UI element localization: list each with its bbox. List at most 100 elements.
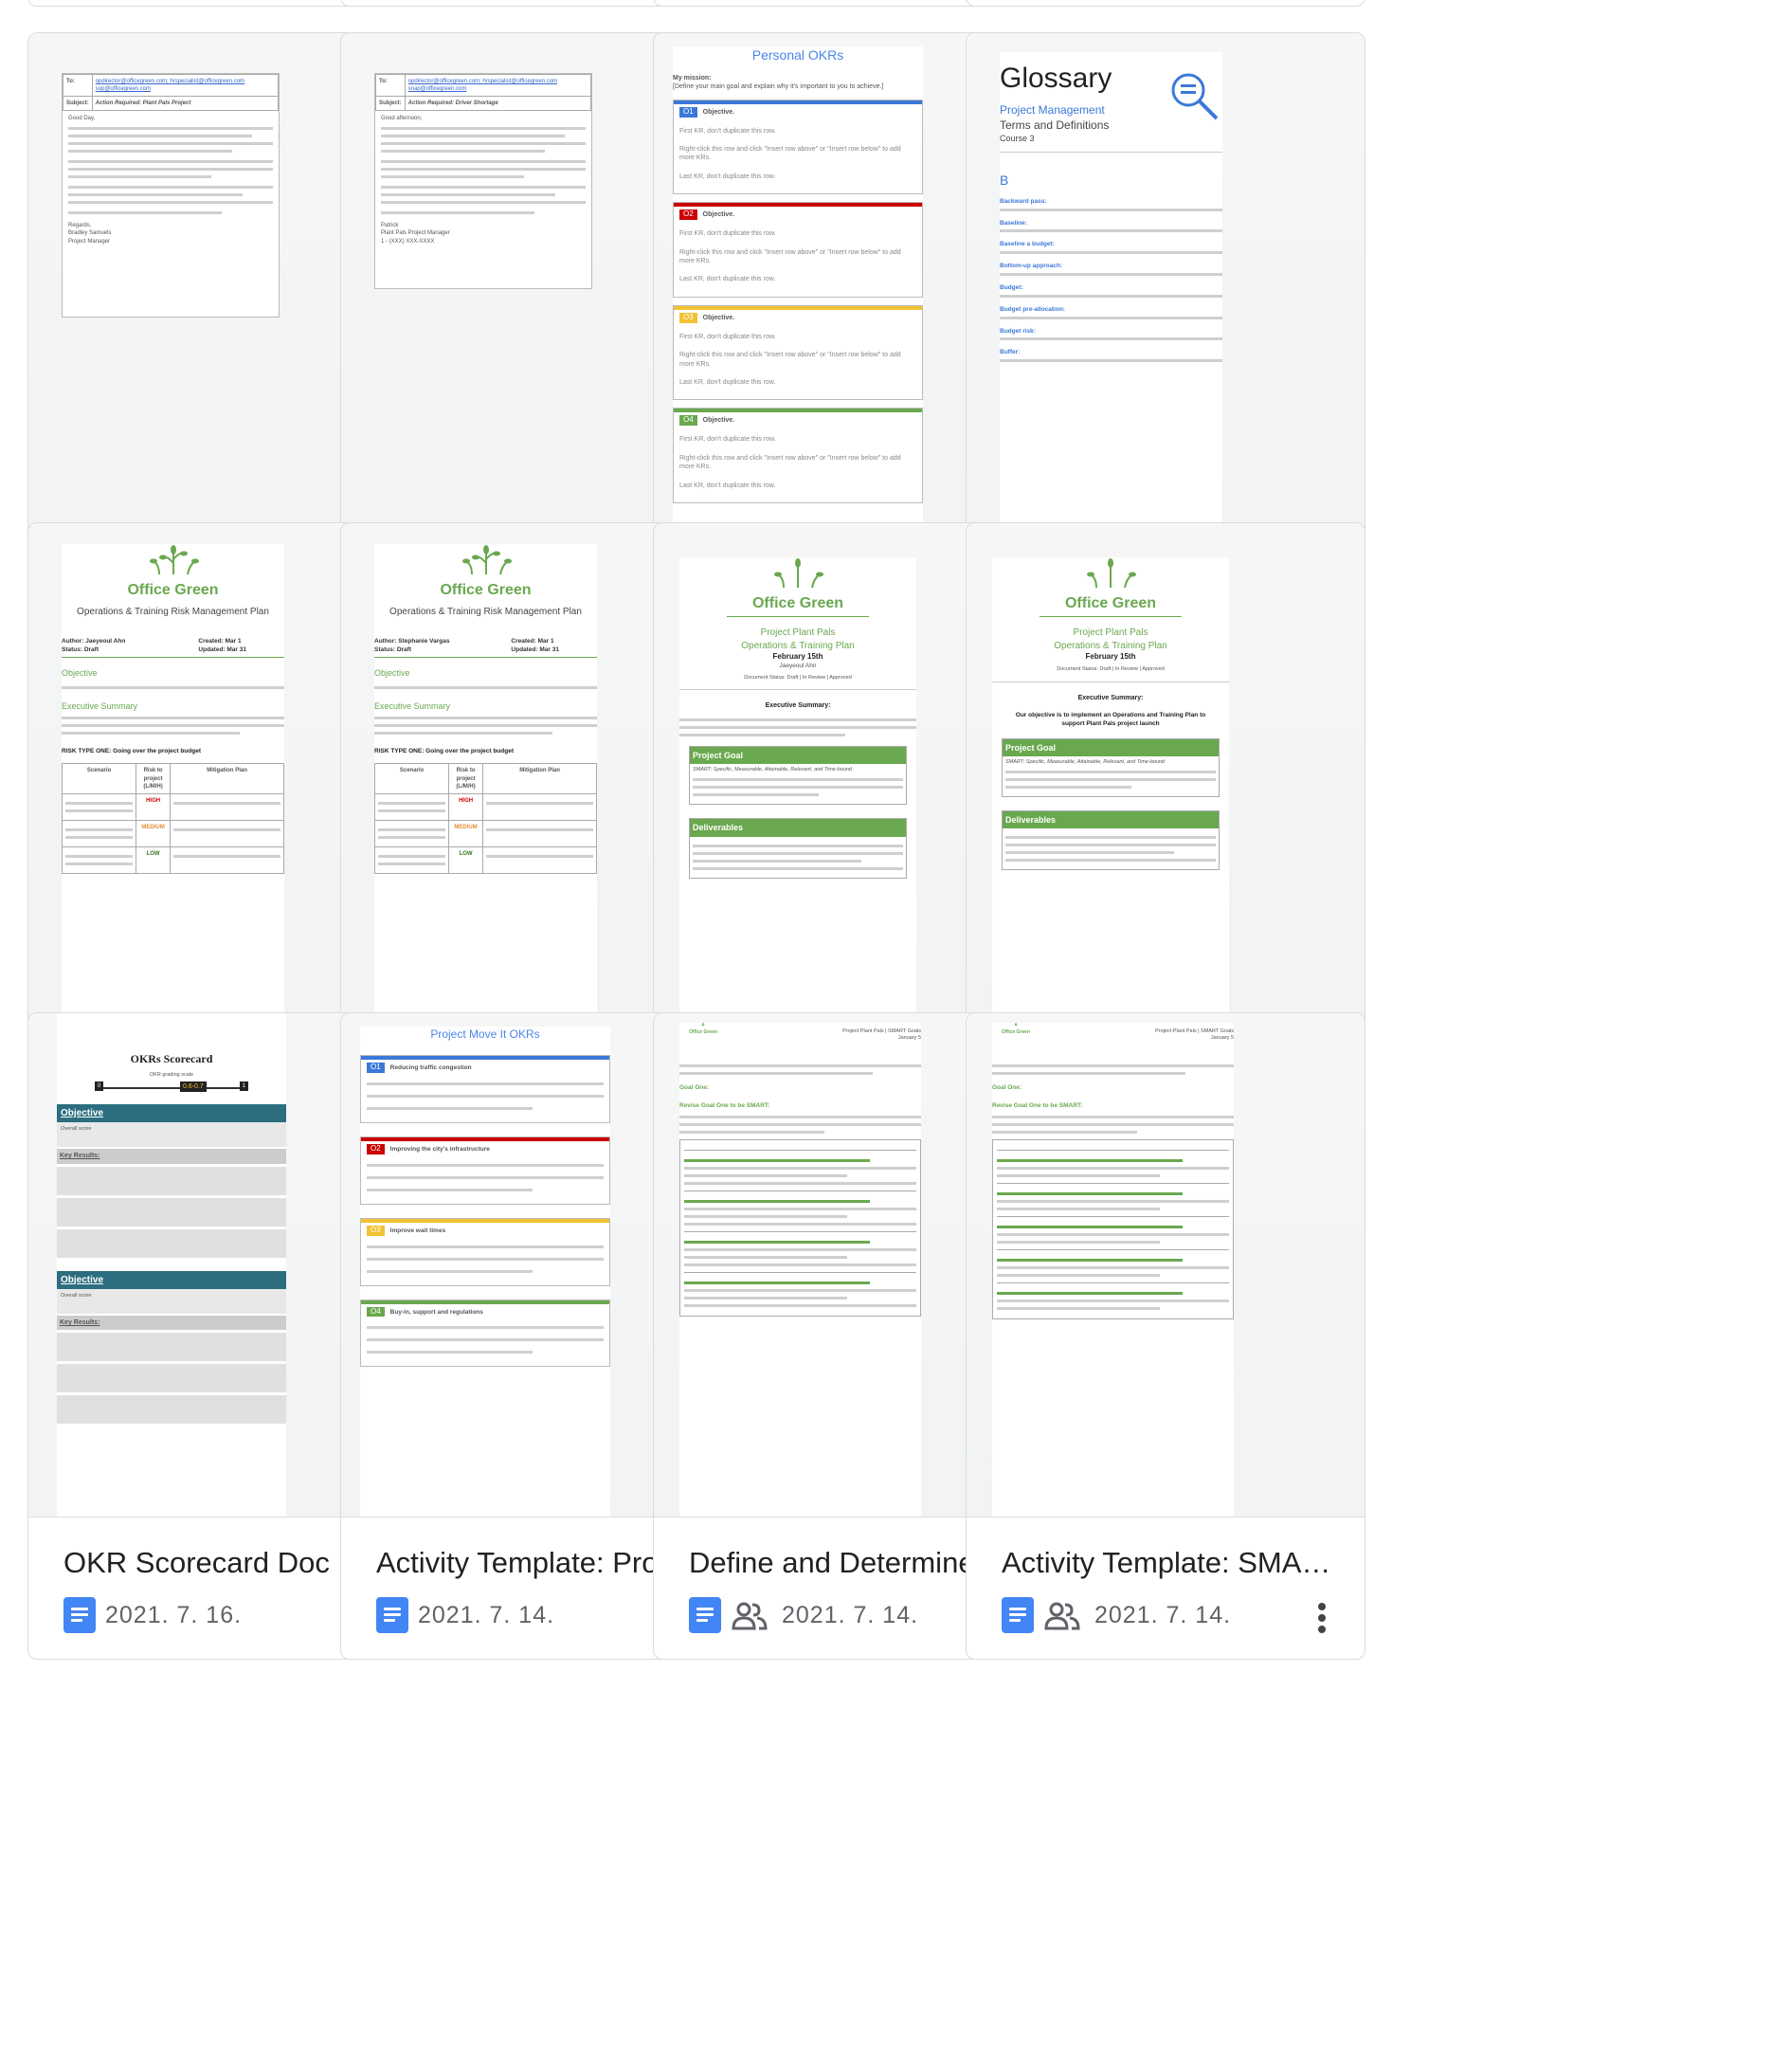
to-address: opdirector@officegreen.com; hrspecialist… [95, 79, 245, 84]
doc-preview-page: Project Move It OKRs O1 Reducing traffic … [360, 1027, 610, 1517]
file-card[interactable]: ⚘ Office Green Project Plant Pals | SMART… [966, 1012, 1365, 1660]
kr-row: Right-click this row and click "Insert r… [679, 146, 901, 162]
leaf-logo-icon [679, 557, 916, 593]
goal-one-label: Goal One: [992, 1084, 1022, 1091]
glossary-term: Backward pass: [1000, 197, 1047, 205]
doc-preview-page: ⚘ Office Green Project Plant Pals | SMART… [992, 1023, 1234, 1517]
doc-preview-page: OKRs Scorecard OKR grading scale 0 0.6-0… [57, 1013, 286, 1517]
okr-objective-block: O2 Improving the city's infrastructure [360, 1136, 610, 1205]
objective-label: Objective. [702, 211, 735, 219]
subject-label: Subject: [375, 96, 406, 112]
glossary-term: Buffer: [1000, 349, 1021, 356]
col-header: Scenario [62, 763, 137, 794]
scale-high: 1 [239, 1081, 248, 1091]
doc-subtitle-3: Course 3 [1000, 133, 1035, 143]
col-header: Scenario [374, 763, 450, 794]
objective-bar: Objective [57, 1270, 286, 1290]
kr-row: Last KR, don't duplicate this row. [679, 482, 776, 489]
col-header: Risk to project (L/M/H) [448, 763, 484, 794]
sender-role: Project Manager [68, 238, 111, 245]
revise-label: Revise Goal One to be SMART: [679, 1101, 770, 1109]
file-card-partial[interactable] [966, 0, 1365, 7]
objective-label: Improve wait times [389, 1227, 446, 1234]
file-meta: 2021. 7. 14. [689, 1596, 918, 1634]
status: Status: Draft [62, 645, 99, 653]
mission-label: My mission: [673, 74, 712, 82]
okr-objective-block: O2 Objective. First KR, don't duplicate t… [673, 202, 923, 298]
sender-name: Plant Pals Project Manager [381, 230, 450, 237]
signoff: Patrick [381, 223, 399, 229]
kr-row: First KR, don't duplicate this row. [679, 127, 776, 135]
overall-score: Overall score [57, 1289, 286, 1315]
objective-label: Objective. [702, 108, 735, 116]
kr-row: First KR, don't duplicate this row. [679, 333, 776, 340]
okr-objective-block: O1 Objective. First KR, don't duplicate t… [673, 99, 923, 195]
file-meta: 2021. 7. 14. [376, 1596, 554, 1634]
glossary-term: Budget: [1000, 283, 1023, 291]
objective-tag: O4 [367, 1306, 385, 1318]
objective-text: Our objective is to implement an Operati… [1015, 712, 1206, 727]
objective-label: Objective. [702, 417, 735, 425]
subject-text: Action Required: Driver Shortage [404, 96, 591, 112]
glossary-term: Budget pre-allocation: [1000, 305, 1065, 313]
doc-preview-page: Office Green Project Plant Pals Operatio… [679, 557, 916, 1027]
kr-row: Right-click this row and click "Insert r… [679, 352, 901, 368]
risk-heading: RISK TYPE ONE: Going over the project bu… [62, 747, 201, 754]
mission-hint: [Define your main goal and explain why i… [673, 83, 884, 91]
letter-heading: B [1000, 173, 1009, 189]
leaf-logo-icon: ⚘ [700, 1023, 706, 1028]
risk-level: HIGH [448, 792, 484, 821]
author: Jaeyeoul Ahn [779, 663, 817, 670]
summary-heading: Executive Summary [62, 700, 138, 711]
objective-tag: O3 [367, 1225, 385, 1236]
updated: Updated: Mar 31 [511, 645, 559, 653]
file-thumbnail[interactable]: Office Green Project Plant Pals Operatio… [967, 523, 1365, 1027]
page-header-date: January 5 [1210, 1035, 1234, 1042]
greeting: Good afternoon, [381, 116, 423, 122]
created: Created: Mar 1 [511, 637, 554, 645]
file-thumbnail[interactable]: Glossary Project Management Terms and De… [967, 33, 1365, 537]
file-meta: 2021. 7. 16. [63, 1596, 242, 1634]
scale-mid: 0.6-0.7 [180, 1081, 207, 1093]
magnifier-icon [1156, 62, 1222, 128]
author: Author: Stephanie Vargas [374, 637, 450, 645]
file-title[interactable]: Activity Template: SMART… [1002, 1546, 1343, 1580]
file-thumbnail[interactable]: ⚘ Office Green Project Plant Pals | SMART… [967, 1013, 1365, 1518]
doc-preview-page: To: opdirector@officegreen.com; hrspecial… [62, 73, 280, 318]
risk-level: MEDIUM [448, 819, 484, 847]
risk-heading: RISK TYPE ONE: Going over the project bu… [374, 747, 514, 754]
objective-label: Buy-in, support and regulations [389, 1308, 483, 1316]
status: Status: Draft [374, 645, 412, 653]
objective-tag: O4 [679, 415, 697, 427]
project-goal-bar: Project Goal [1003, 738, 1219, 756]
key-results: Key Results: [57, 1149, 286, 1164]
brand-logo: Office Green [127, 581, 219, 598]
kr-row: Right-click this row and click "Insert r… [679, 248, 901, 264]
sender-role: 1 - (XXX) XXX-XXXX [381, 238, 435, 245]
leaf-logo-icon [62, 544, 284, 580]
col-header: Risk to project (L/M/H) [136, 763, 172, 794]
scale-label: OKR grading scale [149, 1072, 194, 1079]
risk-table: Scenario Risk to project (L/M/H) Mitigatio… [62, 763, 284, 874]
objective-tag: O2 [679, 209, 697, 221]
doc-heading: Operations & Training Risk Management Pl… [77, 607, 269, 618]
shared-people-icon [1043, 1599, 1081, 1631]
file-grid: To: opdirector@officegreen.com; hrspecial… [0, 0, 1772, 2072]
objective-heading: Objective [374, 668, 410, 679]
page-header: Project Plant Pals | SMART Goals [842, 1028, 921, 1034]
smart-label: SMART: Specific, Measurable, Attainable,… [1005, 758, 1165, 765]
glossary-term: Bottom-up approach: [1000, 263, 1063, 270]
okr-objective-block: O3 Objective. First KR, don't duplicate t… [673, 304, 923, 401]
leaf-logo-icon [992, 557, 1229, 593]
page-header: Project Plant Pals | SMART Goals [1155, 1028, 1234, 1034]
to-label: To: [63, 74, 93, 98]
more-options-icon[interactable] [1315, 1601, 1329, 1635]
brand-logo: Office Green [1001, 1028, 1030, 1035]
doc-preview-page: Office Green Operations & Training Risk … [62, 544, 284, 1027]
doc-preview-page: Personal OKRs My mission: [Define your m… [673, 46, 923, 536]
doc-heading: Project Move It OKRs [430, 1027, 540, 1041]
goal-one-label: Goal One: [679, 1084, 710, 1091]
cc-address: snap@officegreen.com [407, 86, 467, 93]
doc-preview-page: Glossary Project Management Terms and De… [1000, 52, 1222, 536]
objective-heading: Objective [62, 668, 98, 679]
